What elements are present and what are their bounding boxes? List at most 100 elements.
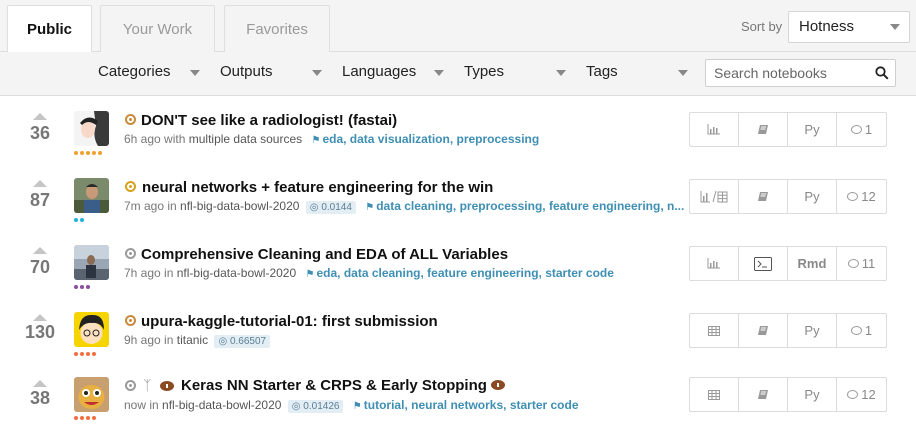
- notebook-type-button[interactable]: [739, 378, 788, 411]
- tag-link[interactable]: tutorial: [364, 398, 405, 412]
- language-button[interactable]: Py: [788, 180, 837, 213]
- notebook-title[interactable]: Keras NN Starter & CRPS & Early Stopping: [181, 377, 506, 394]
- comments-button[interactable]: 1: [837, 113, 886, 146]
- tab-favorites[interactable]: Favorites: [224, 5, 330, 52]
- tag-link[interactable]: n...: [667, 199, 684, 213]
- comments-button[interactable]: 12: [837, 180, 886, 213]
- chevron-down-icon: [434, 70, 444, 76]
- list-item[interactable]: 87 neural networks + feature engineering…: [0, 163, 916, 230]
- notebook-actions: Py 1: [689, 112, 887, 147]
- tag-icon: ⚑: [352, 401, 362, 412]
- avatar: [74, 111, 109, 146]
- notebook-title[interactable]: neural networks + feature engineering fo…: [142, 179, 493, 196]
- tag-link[interactable]: eda: [316, 266, 337, 280]
- upvote-icon[interactable]: [33, 180, 47, 187]
- tag-icon: ⚑: [305, 269, 315, 280]
- tag-link[interactable]: data cleaning: [376, 199, 453, 213]
- data-source-link[interactable]: nfl-big-data-bowl-2020: [180, 199, 299, 213]
- upvote-icon[interactable]: [33, 380, 47, 387]
- filter-outputs[interactable]: Outputs: [220, 63, 273, 80]
- notebook-type-button[interactable]: [739, 113, 788, 146]
- comments-button[interactable]: 12: [837, 378, 886, 411]
- tab-label: Favorites: [246, 20, 308, 38]
- language-button[interactable]: Rmd: [788, 247, 837, 280]
- language-label: Rmd: [797, 256, 827, 271]
- output-table-button[interactable]: [690, 314, 739, 347]
- tag-link[interactable]: data visualization: [350, 132, 450, 146]
- vote-count: 36: [29, 123, 51, 143]
- search-box: [705, 59, 896, 87]
- comment-count: 11: [861, 256, 876, 271]
- tag-link[interactable]: preprocessing: [460, 199, 543, 213]
- comments-button[interactable]: 1: [837, 314, 886, 347]
- tab-label: Your Work: [122, 20, 193, 38]
- language-button[interactable]: Py: [788, 113, 837, 146]
- list-item[interactable]: 36 DON'T see like a radiologist! (fastai…: [0, 96, 916, 163]
- tag-link[interactable]: eda: [322, 132, 343, 146]
- language-button[interactable]: Py: [788, 378, 837, 411]
- output-chart-button[interactable]: [690, 113, 739, 146]
- notebook-meta: now in nfl-big-data-bowl-2020 ◎ 0.01426 …: [124, 398, 579, 413]
- notebook-type-button[interactable]: [739, 314, 788, 347]
- data-source-link[interactable]: titanic: [177, 333, 208, 347]
- upvote-icon[interactable]: [33, 247, 47, 254]
- tag-link[interactable]: starter code: [545, 266, 614, 280]
- language-label: Py: [804, 122, 820, 137]
- upvote-icon[interactable]: [33, 113, 47, 120]
- comment-icon: [850, 125, 862, 134]
- chart-icon: [707, 124, 720, 135]
- output-chart-table-button[interactable]: [690, 180, 739, 213]
- medal-icon: [125, 380, 136, 391]
- tag-link[interactable]: preprocessing: [457, 132, 540, 146]
- filter-languages[interactable]: Languages: [342, 63, 416, 80]
- tab-your-work[interactable]: Your Work: [100, 5, 215, 52]
- notebook-type-button[interactable]: [739, 180, 788, 213]
- filter-bar: Categories Outputs Languages Types Tags: [0, 52, 916, 96]
- time-text: 7m ago in: [124, 199, 177, 213]
- medal-icon: [125, 248, 136, 259]
- output-chart-button[interactable]: [690, 247, 739, 280]
- tier-indicator: [74, 285, 90, 289]
- search-icon[interactable]: [875, 66, 889, 80]
- output-table-button[interactable]: [690, 378, 739, 411]
- filter-label: Outputs: [220, 63, 273, 80]
- filter-types[interactable]: Types: [464, 63, 504, 80]
- notebook-title[interactable]: DON'T see like a radiologist! (fastai): [141, 112, 397, 129]
- search-input[interactable]: [706, 60, 866, 86]
- tag-link[interactable]: neural networks: [411, 398, 503, 412]
- fork-icon: ᛉ: [143, 377, 152, 393]
- avatar: [74, 245, 109, 280]
- filter-categories[interactable]: Categories: [98, 63, 171, 80]
- comments-button[interactable]: 11: [837, 247, 886, 280]
- data-source-link[interactable]: nfl-big-data-bowl-2020: [162, 398, 281, 412]
- tab-public[interactable]: Public: [7, 5, 92, 53]
- chevron-down-icon: [678, 70, 688, 76]
- tab-label: Public: [26, 21, 72, 38]
- sort-select[interactable]: Hotness: [788, 11, 910, 43]
- avatar: [74, 377, 109, 412]
- avatar: [74, 312, 109, 347]
- tag-link[interactable]: data cleaning: [344, 266, 421, 280]
- score-badge: ◎ 0.0144: [305, 201, 356, 214]
- tag-link[interactable]: feature engineering: [549, 199, 660, 213]
- language-button[interactable]: Py: [788, 314, 837, 347]
- vote-count: 87: [29, 190, 51, 210]
- upvote-icon[interactable]: [33, 314, 47, 321]
- comment-count: 1: [864, 122, 873, 137]
- list-item[interactable]: 70 Comprehensive Cleaning and EDA of ALL…: [0, 230, 916, 297]
- notebook-title[interactable]: Comprehensive Cleaning and EDA of ALL Va…: [141, 246, 508, 263]
- list-item[interactable]: 130 upura-kaggle-tutorial-01: first subm…: [0, 297, 916, 364]
- football-icon: [491, 380, 506, 390]
- tag-link[interactable]: feature engineering: [427, 266, 538, 280]
- script-type-button[interactable]: [739, 247, 788, 280]
- comment-count: 12: [861, 387, 876, 402]
- notebook-title[interactable]: upura-kaggle-tutorial-01: first submissi…: [141, 313, 438, 330]
- tag-icon: ⚑: [365, 202, 375, 213]
- tier-indicator: [74, 151, 102, 155]
- data-source-link[interactable]: nfl-big-data-bowl-2020: [177, 266, 296, 280]
- comment-icon: [850, 326, 862, 335]
- data-source-link[interactable]: multiple data sources: [189, 132, 302, 146]
- filter-tags[interactable]: Tags: [586, 63, 618, 80]
- tag-link[interactable]: starter code: [510, 398, 579, 412]
- list-item[interactable]: 38 ᛉ Keras NN Starter & CRPS & Early Sto…: [0, 363, 916, 430]
